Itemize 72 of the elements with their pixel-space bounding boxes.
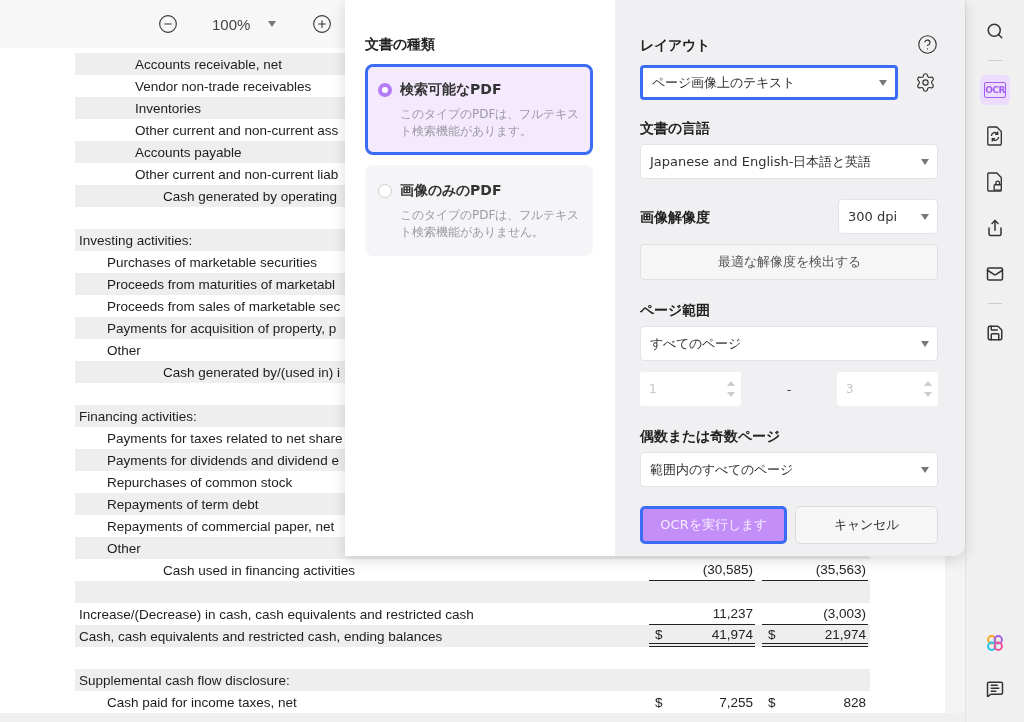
pdf-type-option[interactable]: 画像のみのPDF このタイプのPDFは、フルテキスト検索機能がありません。 bbox=[365, 165, 593, 256]
row-label: Payments for taxes related to net share bbox=[107, 430, 343, 446]
file-lock-icon bbox=[986, 171, 1004, 193]
pdf-type-option[interactable]: 検索可能なPDF このタイプのPDFは、フルテキスト検索機能があります。 bbox=[365, 64, 593, 155]
caret-icon bbox=[921, 340, 929, 347]
row-label: Proceeds from maturities of marketabl bbox=[107, 276, 336, 292]
field-label: 文書の言語 bbox=[640, 119, 711, 138]
detect-resolution-button[interactable]: 最適な解像度を検出する bbox=[640, 244, 938, 280]
zoom-dropdown-button[interactable] bbox=[268, 21, 277, 27]
row-label: Increase/(Decrease) in cash, cash equivalents and restricted cash bbox=[79, 606, 474, 622]
option-title: 検索可能なPDF bbox=[400, 81, 503, 99]
row-label: Other current and non-current ass bbox=[135, 122, 339, 138]
amount-cell-text: $ 7,255 bbox=[654, 693, 754, 712]
comment-icon bbox=[986, 679, 1004, 699]
parity-select[interactable]: 範囲内のすべてのページ bbox=[640, 452, 938, 487]
field-label: ページ範囲 bbox=[640, 301, 711, 320]
row-label: Repayments of commercial paper, net bbox=[107, 518, 335, 534]
row-label: Cash generated by operating bbox=[163, 188, 338, 204]
resolution-select[interactable]: 300 dpi bbox=[838, 199, 938, 234]
field-label: 画像解像度 bbox=[640, 207, 710, 227]
mail-icon bbox=[986, 264, 1004, 284]
row-label: Repurchases of common stock bbox=[107, 474, 293, 490]
row-label: Other bbox=[107, 342, 141, 358]
row-label: Financing activities: bbox=[79, 408, 197, 424]
ocr-label: OCR bbox=[984, 82, 1006, 98]
zoom-in-button[interactable] bbox=[312, 14, 333, 34]
caret-icon bbox=[921, 158, 929, 165]
amount-cell: $ 21,974 bbox=[762, 625, 868, 647]
file-refresh-icon bbox=[986, 125, 1004, 147]
search-icon bbox=[986, 21, 1004, 41]
language-select[interactable]: Japanese and English-日本語と英語 bbox=[640, 144, 938, 179]
row-label: Cash generated by/(used in) i bbox=[163, 364, 341, 380]
range-separator: - bbox=[786, 381, 792, 397]
caret-icon bbox=[921, 466, 929, 473]
row-label: Cash paid for income taxes, net bbox=[107, 694, 297, 710]
row-label: Vendor non-trade receivables bbox=[135, 78, 312, 94]
radio-button[interactable] bbox=[378, 184, 392, 198]
row-label: Accounts payable bbox=[135, 144, 242, 160]
section-title: 文書の種類 bbox=[365, 35, 436, 54]
row-label: Other bbox=[107, 540, 141, 556]
row-label: Payments for acquisition of property, p bbox=[107, 320, 337, 336]
row-label: Payments for dividends and dividend e bbox=[107, 452, 339, 468]
row-label: Supplemental cash flow disclosure: bbox=[79, 672, 290, 688]
row-label: Purchases of marketable securities bbox=[107, 254, 318, 270]
layout-select[interactable]: ページ画像上のテキスト bbox=[640, 65, 898, 100]
option-description: このタイプのPDFは、フルテキスト検索機能がありません。 bbox=[400, 207, 581, 241]
cancel-button[interactable]: キャンセル bbox=[795, 506, 938, 544]
option-description: このタイプのPDFは、フルテキスト検索機能があります。 bbox=[400, 106, 581, 140]
field-label: 偶数または奇数ページ bbox=[640, 427, 781, 446]
help-icon[interactable] bbox=[917, 34, 938, 55]
save-icon bbox=[986, 323, 1004, 343]
caret-icon bbox=[268, 21, 277, 27]
settings-icon[interactable] bbox=[915, 72, 936, 93]
row-label: Accounts receivable, net bbox=[135, 56, 283, 72]
row-label: Repayments of term debt bbox=[107, 496, 259, 512]
row-label: Proceeds from sales of marketable sec bbox=[107, 298, 341, 314]
row-label: Inventories bbox=[135, 100, 202, 116]
amount-cell-text: $ 828 bbox=[767, 693, 867, 712]
flower-logo-icon bbox=[986, 632, 1004, 654]
caret-icon bbox=[879, 79, 887, 86]
zoom-out-button[interactable] bbox=[158, 14, 178, 34]
option-title: 画像のみのPDF bbox=[400, 182, 503, 200]
row-label: Cash used in financing activities bbox=[163, 562, 356, 578]
share-icon bbox=[986, 218, 1004, 238]
row-label: Investing activities: bbox=[79, 232, 193, 248]
field-label: レイアウト bbox=[640, 35, 710, 55]
row-label: Cash, cash equivalents and restricted cash, ending balances bbox=[79, 628, 443, 644]
caret-icon bbox=[921, 213, 929, 220]
zoom-level: 100% bbox=[212, 15, 251, 33]
radio-button[interactable] bbox=[378, 83, 392, 97]
row-label: Other current and non-current liab bbox=[135, 166, 339, 182]
amount-cell: $ 41,974 bbox=[649, 625, 755, 647]
